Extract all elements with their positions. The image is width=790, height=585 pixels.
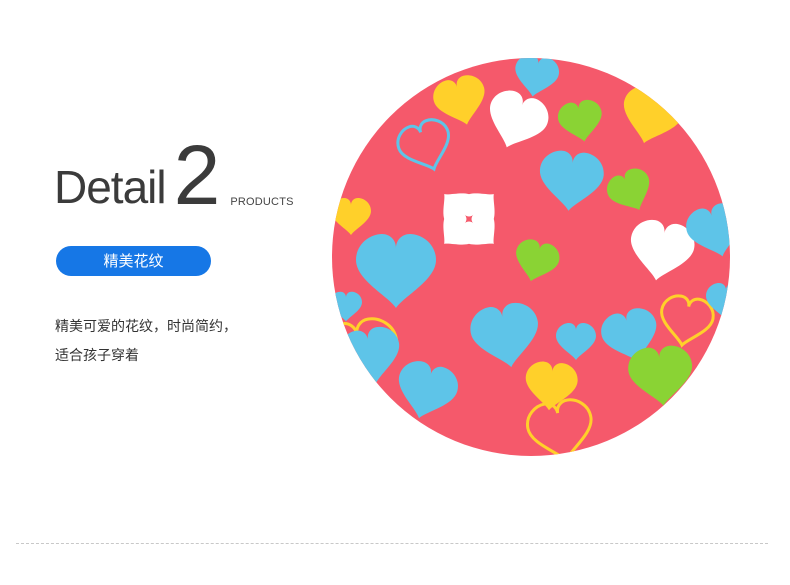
section-title: Detail 2 PRODUCTS	[54, 128, 294, 222]
title-number: 2	[173, 128, 221, 222]
bottom-divider	[16, 543, 768, 544]
fabric-pattern-image	[332, 58, 730, 456]
title-word: Detail	[54, 160, 167, 213]
description-line-2: 适合孩子穿着	[55, 348, 139, 364]
feature-badge: 精美花纹	[56, 246, 211, 276]
feature-description: 精美可爱的花纹，时尚简约， 适合孩子穿着	[55, 313, 285, 371]
description-line-1: 精美可爱的花纹，时尚简约，	[55, 319, 237, 335]
title-subtitle: PRODUCTS	[230, 195, 294, 208]
